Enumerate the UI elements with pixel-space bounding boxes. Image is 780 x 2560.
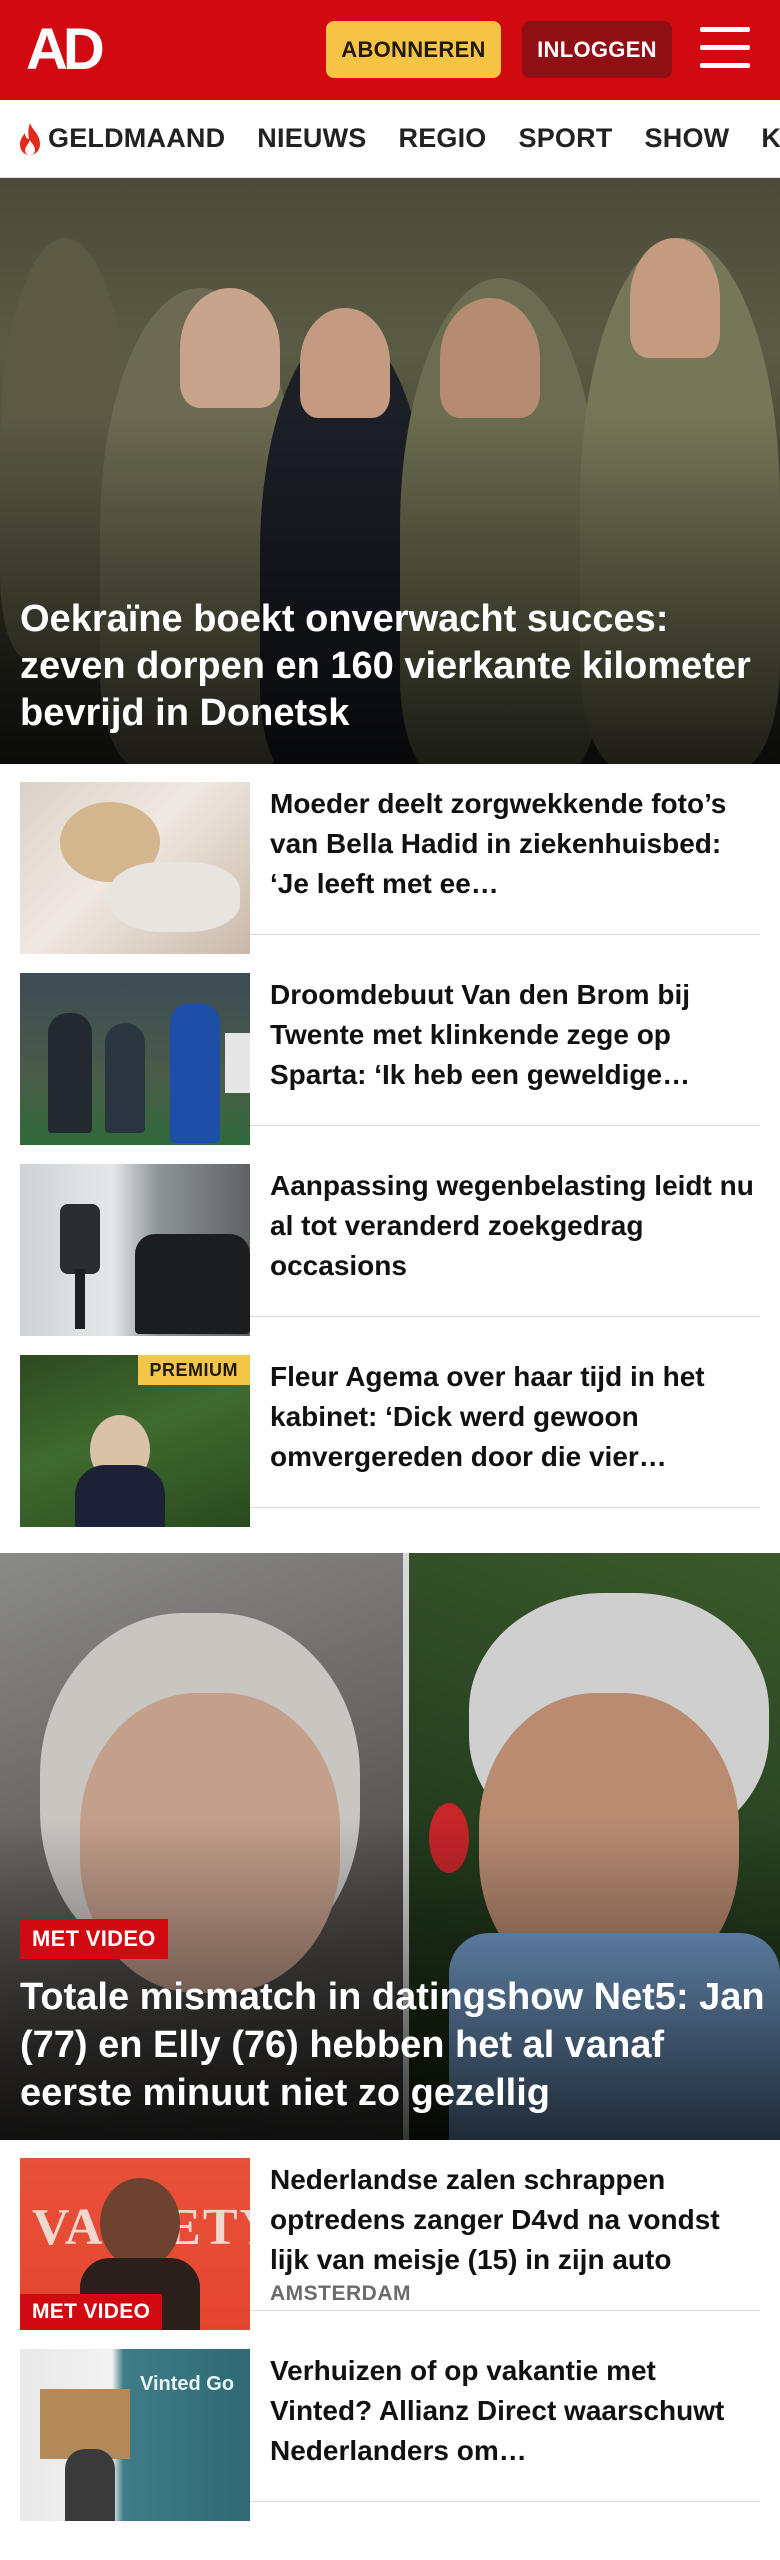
top-bar: AD ABONNEREN INLOGGEN xyxy=(0,0,780,100)
article-thumbnail xyxy=(20,973,250,1145)
article-title[interactable]: Droomdebuut Van den Brom bij Twente met … xyxy=(270,975,760,1095)
nav-item-regio[interactable]: REGIO xyxy=(399,123,487,154)
nav-label: GELDMAAND xyxy=(48,123,226,153)
article-title[interactable]: Aanpassing wegenbelasting leidt nu al to… xyxy=(270,1166,760,1286)
article-thumbnail xyxy=(20,782,250,954)
subscribe-button[interactable]: ABONNEREN xyxy=(326,21,501,78)
premium-badge: PREMIUM xyxy=(137,1355,250,1385)
video-hero-title[interactable]: Totale mismatch in datingshow Net5: Jan … xyxy=(20,1973,770,2117)
article-title[interactable]: Moeder deelt zorgwekkende foto’s van Bel… xyxy=(270,784,760,904)
nav-item-show[interactable]: SHOW xyxy=(645,123,730,154)
article-thumbnail: PREMIUM xyxy=(20,1355,250,1527)
list-item[interactable]: Moeder deelt zorgwekkende foto’s van Bel… xyxy=(20,764,760,954)
list-item[interactable]: Droomdebuut Van den Brom bij Twente met … xyxy=(20,955,760,1145)
hero-title[interactable]: Oekraïne boekt onverwacht succes: zeven … xyxy=(20,596,760,737)
list-item[interactable]: Vinted Go Verhuizen of op vakantie met V… xyxy=(20,2331,760,2521)
article-thumbnail xyxy=(20,1164,250,1336)
hamburger-icon[interactable] xyxy=(700,27,750,71)
nav-item-nieuws[interactable]: NIEUWS xyxy=(257,123,366,154)
video-badge: MET VIDEO xyxy=(20,2294,163,2330)
nav-item-kijk[interactable]: KIJK xyxy=(761,123,780,154)
article-title[interactable]: Nederlandse zalen schrappen optredens za… xyxy=(270,2160,760,2280)
list-item[interactable]: VARIETY MET VIDEO Nederlandse zalen schr… xyxy=(20,2140,760,2330)
list-item[interactable]: Aanpassing wegenbelasting leidt nu al to… xyxy=(20,1146,760,1336)
video-hero-article[interactable]: MET VIDEO Totale mismatch in datingshow … xyxy=(0,1553,780,2140)
nav-item-sport[interactable]: SPORT xyxy=(519,123,613,154)
section-nav: GELDMAAND NIEUWS REGIO SPORT SHOW KIJK xyxy=(0,100,780,178)
list-item[interactable]: PREMIUM Fleur Agema over haar tijd in he… xyxy=(20,1337,760,1527)
ad-logo[interactable]: AD xyxy=(26,20,105,80)
video-badge: MET VIDEO xyxy=(20,1919,168,1959)
article-thumbnail: Vinted Go xyxy=(20,2349,250,2521)
nav-item-geldmaand[interactable]: GELDMAAND xyxy=(16,122,225,156)
article-title[interactable]: Verhuizen of op vakantie met Vinted? All… xyxy=(270,2351,760,2471)
article-location: AMSTERDAM xyxy=(270,2282,411,2305)
article-title[interactable]: Fleur Agema over haar tijd in het kabine… xyxy=(270,1357,760,1477)
hero-article[interactable]: Oekraïne boekt onverwacht succes: zeven … xyxy=(0,178,780,764)
login-button[interactable]: INLOGGEN xyxy=(522,21,672,78)
flame-icon xyxy=(20,122,40,155)
article-thumbnail: VARIETY MET VIDEO xyxy=(20,2158,250,2330)
